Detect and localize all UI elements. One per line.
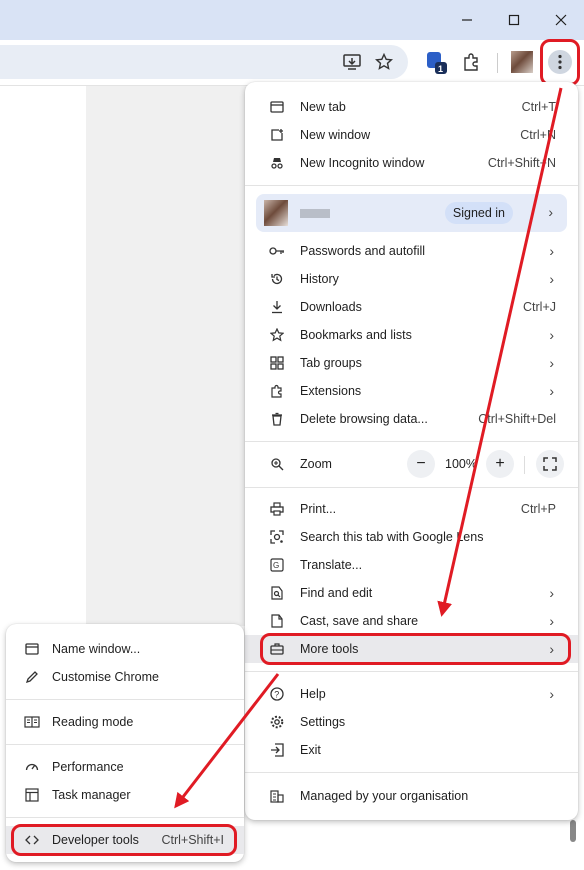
- arrow-to-more-tools: [437, 87, 563, 617]
- annotation-arrows: [174, 87, 563, 809]
- arrow-to-developer-tools: [174, 673, 280, 809]
